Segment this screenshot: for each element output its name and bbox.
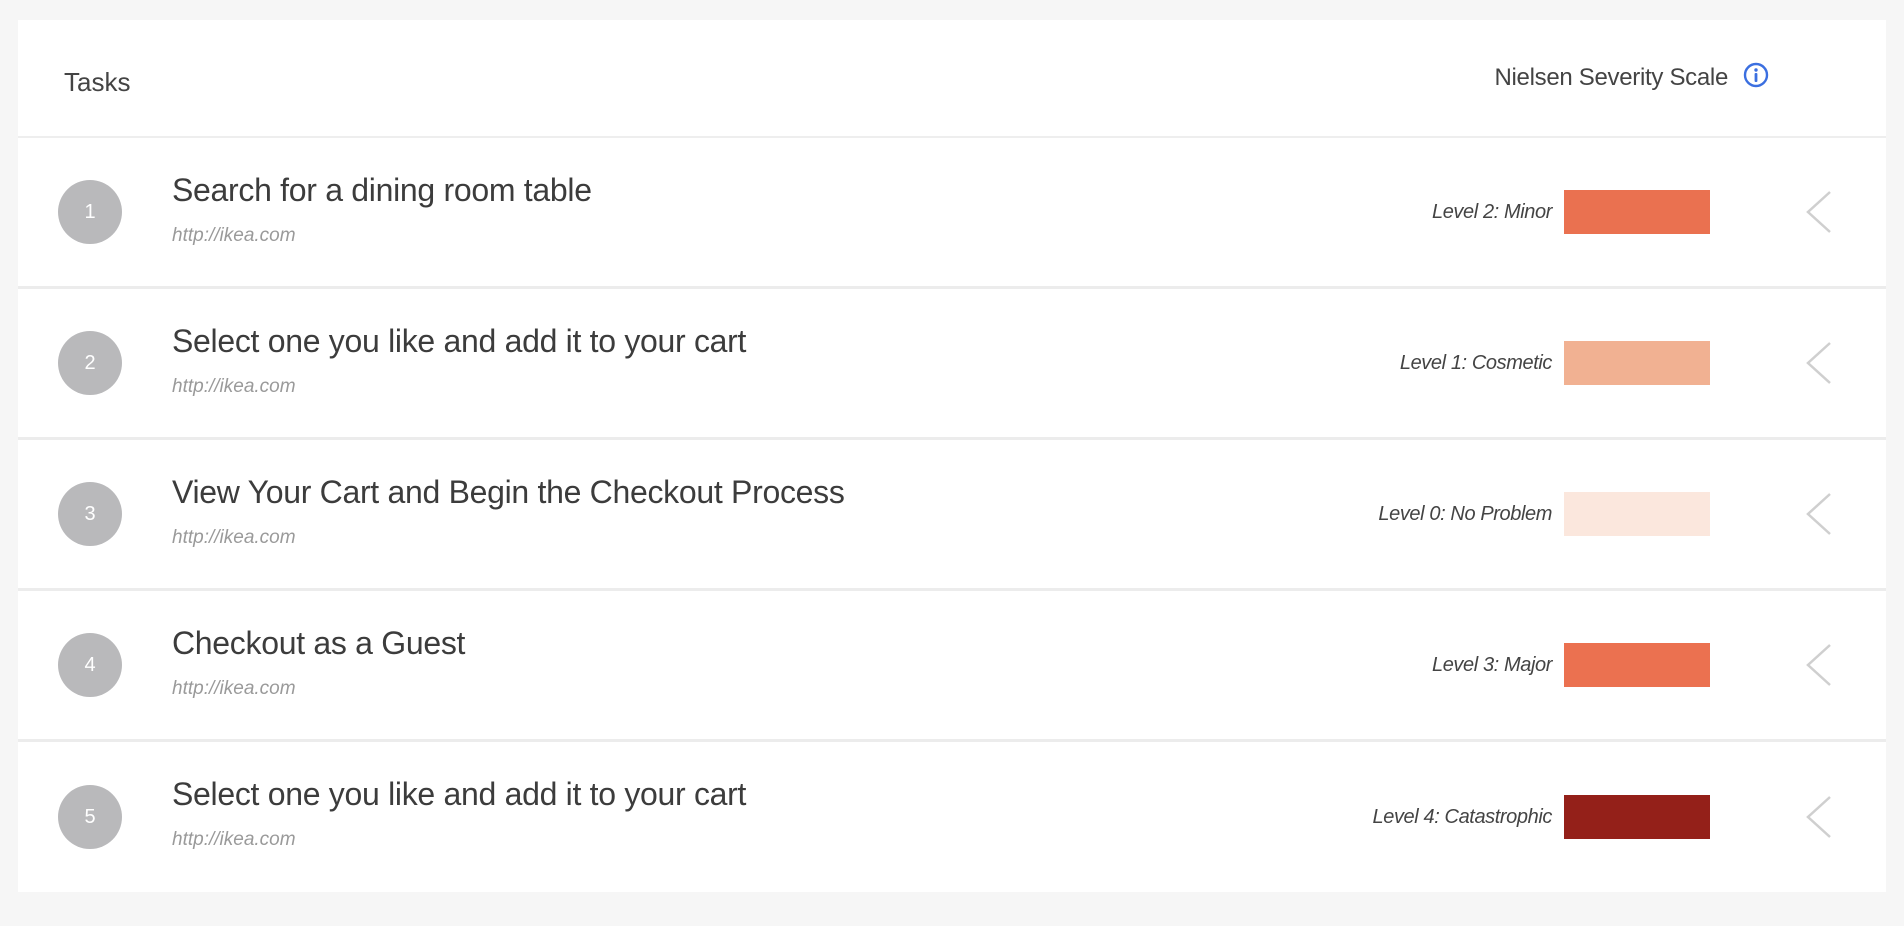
chevron-left-icon[interactable] — [1802, 641, 1834, 689]
task-title: Select one you like and add it to your c… — [172, 776, 747, 812]
severity-level-label: Level 2: Minor — [1431, 200, 1552, 223]
severity-scale-header: Nielsen Severity Scale — [1494, 61, 1770, 92]
task-title: Search for a dining room table — [172, 172, 592, 208]
task-title: Select one you like and add it to your c… — [172, 323, 747, 359]
task-number-badge: 5 — [58, 785, 122, 849]
severity-level-label: Level 1: Cosmetic — [1399, 351, 1553, 374]
task-url: http://ikea.com — [172, 829, 296, 850]
task-number-badge: 3 — [58, 482, 122, 546]
task-url: http://ikea.com — [172, 527, 296, 548]
task-list: 1 Search for a dining room table http://… — [18, 138, 1886, 892]
task-row[interactable]: 2 Select one you like and add it to your… — [18, 289, 1886, 440]
task-row[interactable]: 3 View Your Cart and Begin the Checkout … — [18, 440, 1886, 591]
task-row[interactable]: 5 Select one you like and add it to your… — [18, 742, 1886, 892]
severity-swatch — [1564, 190, 1710, 234]
severity-level-label: Level 0: No Problem — [1378, 502, 1552, 525]
severity-level-label: Level 3: Major — [1431, 653, 1552, 676]
chevron-left-icon[interactable] — [1802, 188, 1834, 236]
chevron-left-icon[interactable] — [1802, 339, 1834, 387]
chevron-left-icon[interactable] — [1802, 793, 1834, 841]
tasks-panel: Tasks Nielsen Severity Scale 1 Search fo… — [18, 20, 1886, 906]
severity-swatch — [1564, 341, 1710, 385]
task-row[interactable]: 4 Checkout as a Guest http://ikea.com Le… — [18, 591, 1886, 742]
info-circle-icon[interactable] — [1742, 61, 1770, 89]
severity-swatch — [1564, 795, 1710, 839]
task-number-badge: 1 — [58, 180, 122, 244]
tasks-header: Tasks Nielsen Severity Scale — [18, 20, 1886, 138]
task-url: http://ikea.com — [172, 225, 296, 246]
severity-level-label: Level 4: Catastrophic — [1372, 805, 1553, 828]
task-number-badge: 2 — [58, 331, 122, 395]
chevron-left-icon[interactable] — [1802, 490, 1834, 538]
severity-swatch — [1564, 643, 1710, 687]
severity-scale-label: Nielsen Severity Scale — [1494, 64, 1728, 91]
task-row[interactable]: 1 Search for a dining room table http://… — [18, 138, 1886, 289]
task-url: http://ikea.com — [172, 678, 296, 699]
task-title: View Your Cart and Begin the Checkout Pr… — [172, 474, 845, 510]
severity-swatch — [1564, 492, 1710, 536]
tasks-title: Tasks — [64, 66, 131, 97]
task-title: Checkout as a Guest — [172, 625, 466, 661]
task-url: http://ikea.com — [172, 376, 296, 397]
task-number-badge: 4 — [58, 633, 122, 697]
